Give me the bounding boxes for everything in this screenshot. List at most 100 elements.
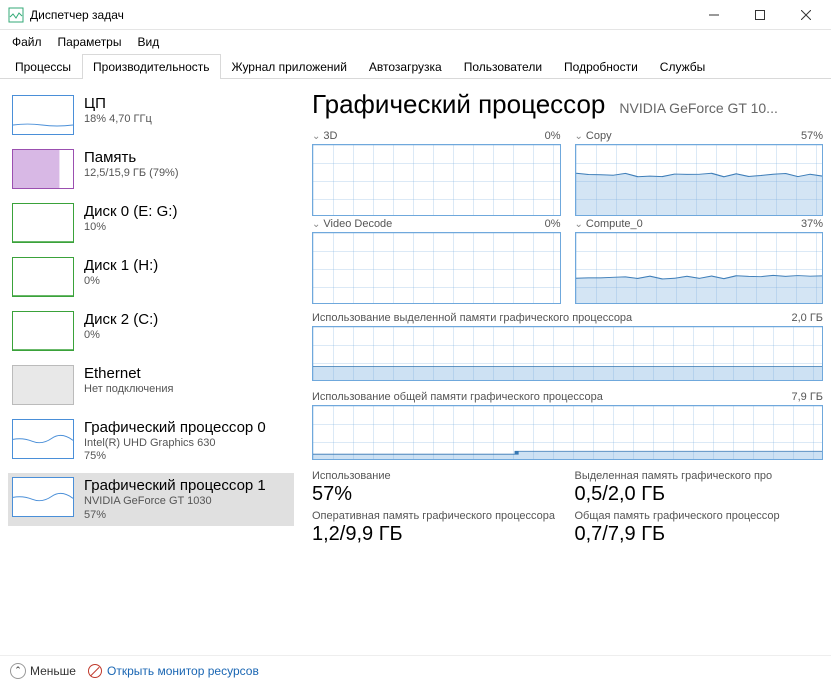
open-resource-monitor-link[interactable]: Открыть монитор ресурсов bbox=[88, 664, 259, 678]
stat-ram: Оперативная память графического процессо… bbox=[312, 510, 561, 546]
engine-charts: 3D0% Copy 57% Video Decode 0% Compute_0 37% bbox=[312, 130, 823, 304]
stat-usage: Использование 57% bbox=[312, 470, 561, 506]
menu-view[interactable]: Вид bbox=[129, 33, 167, 51]
tab-startup[interactable]: Автозагрузка bbox=[358, 54, 453, 79]
dedicated-mem-max: 2,0 ГБ bbox=[791, 312, 823, 324]
shared-mem-block: Использование общей памяти графического … bbox=[312, 391, 823, 460]
engine-chart-3d: 3D0% bbox=[312, 130, 561, 216]
sidebar-item-title: Ethernet bbox=[84, 365, 173, 382]
engine-chart-box[interactable] bbox=[312, 232, 561, 304]
sidebar-item-sub: Intel(R) UHD Graphics 63075% bbox=[84, 437, 266, 463]
dedicated-mem-label: Использование выделенной памяти графичес… bbox=[312, 312, 632, 324]
sidebar-thumb-icon bbox=[12, 477, 74, 517]
engine-chart-box[interactable] bbox=[312, 144, 561, 216]
sidebar-item-title: Диск 1 (H:) bbox=[84, 257, 158, 274]
sidebar-item-0[interactable]: ЦП18% 4,70 ГГц bbox=[8, 91, 294, 139]
menu-file[interactable]: Файл bbox=[4, 33, 50, 51]
maximize-button[interactable] bbox=[737, 0, 783, 30]
menubar: Файл Параметры Вид bbox=[0, 30, 831, 54]
sidebar-item-5[interactable]: EthernetНет подключения bbox=[8, 361, 294, 409]
sidebar-item-3[interactable]: Диск 1 (H:)0% bbox=[8, 253, 294, 301]
tab-users[interactable]: Пользователи bbox=[453, 54, 553, 79]
sidebar-item-1[interactable]: Память12,5/15,9 ГБ (79%) bbox=[8, 145, 294, 193]
shared-mem-chart[interactable] bbox=[312, 405, 823, 460]
window-title: Диспетчер задач bbox=[30, 8, 691, 22]
engine-name[interactable]: Compute_0 bbox=[586, 218, 643, 230]
engine-chart-compute_0: Compute_0 37% bbox=[575, 218, 824, 304]
stat-dedicated-label: Выделенная память графического про bbox=[575, 470, 824, 482]
sidebar-item-title: Графический процессор 1 bbox=[84, 477, 266, 494]
sidebar-item-title: ЦП bbox=[84, 95, 152, 112]
resource-monitor-label: Открыть монитор ресурсов bbox=[107, 664, 259, 678]
sidebar-item-sub: 0% bbox=[84, 329, 158, 342]
sidebar-item-4[interactable]: Диск 2 (C:)0% bbox=[8, 307, 294, 355]
close-button[interactable] bbox=[783, 0, 829, 30]
fewer-details-button[interactable]: ⌃ Меньше bbox=[10, 663, 76, 679]
chevron-up-icon: ⌃ bbox=[10, 663, 26, 679]
content: ЦП18% 4,70 ГГц Память12,5/15,9 ГБ (79%) Ди… bbox=[0, 79, 831, 655]
sidebar-item-7[interactable]: Графический процессор 1NVIDIA GeForce GT… bbox=[8, 473, 294, 525]
sidebar-item-6[interactable]: Графический процессор 0Intel(R) UHD Grap… bbox=[8, 415, 294, 467]
sidebar-item-sub: 10% bbox=[84, 221, 177, 234]
engine-chart-box[interactable] bbox=[575, 144, 824, 216]
sidebar-item-title: Графический процессор 0 bbox=[84, 419, 266, 436]
sidebar-item-sub: 0% bbox=[84, 275, 158, 288]
stat-shared-value: 0,7/7,9 ГБ bbox=[575, 523, 824, 546]
engine-chart-box[interactable] bbox=[575, 232, 824, 304]
chevron-down-icon[interactable] bbox=[575, 130, 583, 142]
sidebar-item-title: Диск 2 (C:) bbox=[84, 311, 158, 328]
chevron-down-icon[interactable] bbox=[312, 130, 320, 142]
sidebar-item-sub: 12,5/15,9 ГБ (79%) bbox=[84, 167, 179, 180]
sidebar: ЦП18% 4,70 ГГц Память12,5/15,9 ГБ (79%) Ди… bbox=[0, 79, 300, 655]
engine-chart-video-decode: Video Decode 0% bbox=[312, 218, 561, 304]
stat-dedicated: Выделенная память графического про 0,5/2… bbox=[575, 470, 824, 506]
shared-mem-label: Использование общей памяти графического … bbox=[312, 391, 603, 403]
sidebar-thumb-icon bbox=[12, 257, 74, 297]
engine-name[interactable]: Video Decode bbox=[323, 218, 392, 230]
menu-options[interactable]: Параметры bbox=[50, 33, 130, 51]
sidebar-thumb-icon bbox=[12, 311, 74, 351]
sidebar-item-2[interactable]: Диск 0 (E: G:)10% bbox=[8, 199, 294, 247]
stat-shared: Общая память графического процессор 0,7/… bbox=[575, 510, 824, 546]
shared-mem-max: 7,9 ГБ bbox=[791, 391, 823, 403]
sidebar-thumb-icon bbox=[12, 95, 74, 135]
stats-grid: Использование 57% Выделенная память граф… bbox=[312, 470, 823, 546]
tab-performance[interactable]: Производительность bbox=[82, 54, 220, 79]
stat-shared-label: Общая память графического процессор bbox=[575, 510, 824, 522]
engine-pct: 37% bbox=[801, 218, 823, 230]
sidebar-thumb-icon bbox=[12, 203, 74, 243]
main-panel: Графический процессор NVIDIA GeForce GT … bbox=[300, 79, 831, 655]
stat-dedicated-value: 0,5/2,0 ГБ bbox=[575, 483, 824, 506]
sidebar-item-sub: 18% 4,70 ГГц bbox=[84, 113, 152, 126]
tab-services[interactable]: Службы bbox=[649, 54, 716, 79]
stat-ram-value: 1,2/9,9 ГБ bbox=[312, 523, 561, 546]
sidebar-thumb-icon bbox=[12, 149, 74, 189]
tabs: Процессы Производительность Журнал прило… bbox=[0, 54, 831, 79]
dedicated-mem-chart[interactable] bbox=[312, 326, 823, 381]
chevron-down-icon[interactable] bbox=[575, 218, 583, 230]
stat-usage-label: Использование bbox=[312, 470, 561, 482]
sidebar-thumb-icon bbox=[12, 419, 74, 459]
sidebar-item-title: Диск 0 (E: G:) bbox=[84, 203, 177, 220]
fewer-details-label: Меньше bbox=[30, 664, 76, 678]
engine-pct: 0% bbox=[545, 218, 561, 230]
engine-chart-copy: Copy 57% bbox=[575, 130, 824, 216]
titlebar: Диспетчер задач bbox=[0, 0, 831, 30]
dedicated-mem-block: Использование выделенной памяти графичес… bbox=[312, 312, 823, 381]
tab-app-history[interactable]: Журнал приложений bbox=[221, 54, 358, 79]
sidebar-item-title: Память bbox=[84, 149, 179, 166]
stat-ram-label: Оперативная память графического процессо… bbox=[312, 510, 561, 522]
chevron-down-icon[interactable] bbox=[312, 218, 320, 230]
sidebar-item-sub: Нет подключения bbox=[84, 383, 173, 396]
footer: ⌃ Меньше Открыть монитор ресурсов bbox=[0, 655, 831, 685]
sidebar-item-sub: NVIDIA GeForce GT 103057% bbox=[84, 495, 266, 521]
stat-usage-value: 57% bbox=[312, 483, 561, 506]
tab-processes[interactable]: Процессы bbox=[4, 54, 82, 79]
engine-name[interactable]: Copy bbox=[586, 130, 612, 142]
tab-details[interactable]: Подробности bbox=[553, 54, 649, 79]
minimize-button[interactable] bbox=[691, 0, 737, 30]
page-title: Графический процессор bbox=[312, 89, 605, 120]
sidebar-thumb-icon bbox=[12, 365, 74, 405]
engine-name[interactable]: 3D bbox=[323, 130, 337, 142]
engine-pct: 57% bbox=[801, 130, 823, 142]
